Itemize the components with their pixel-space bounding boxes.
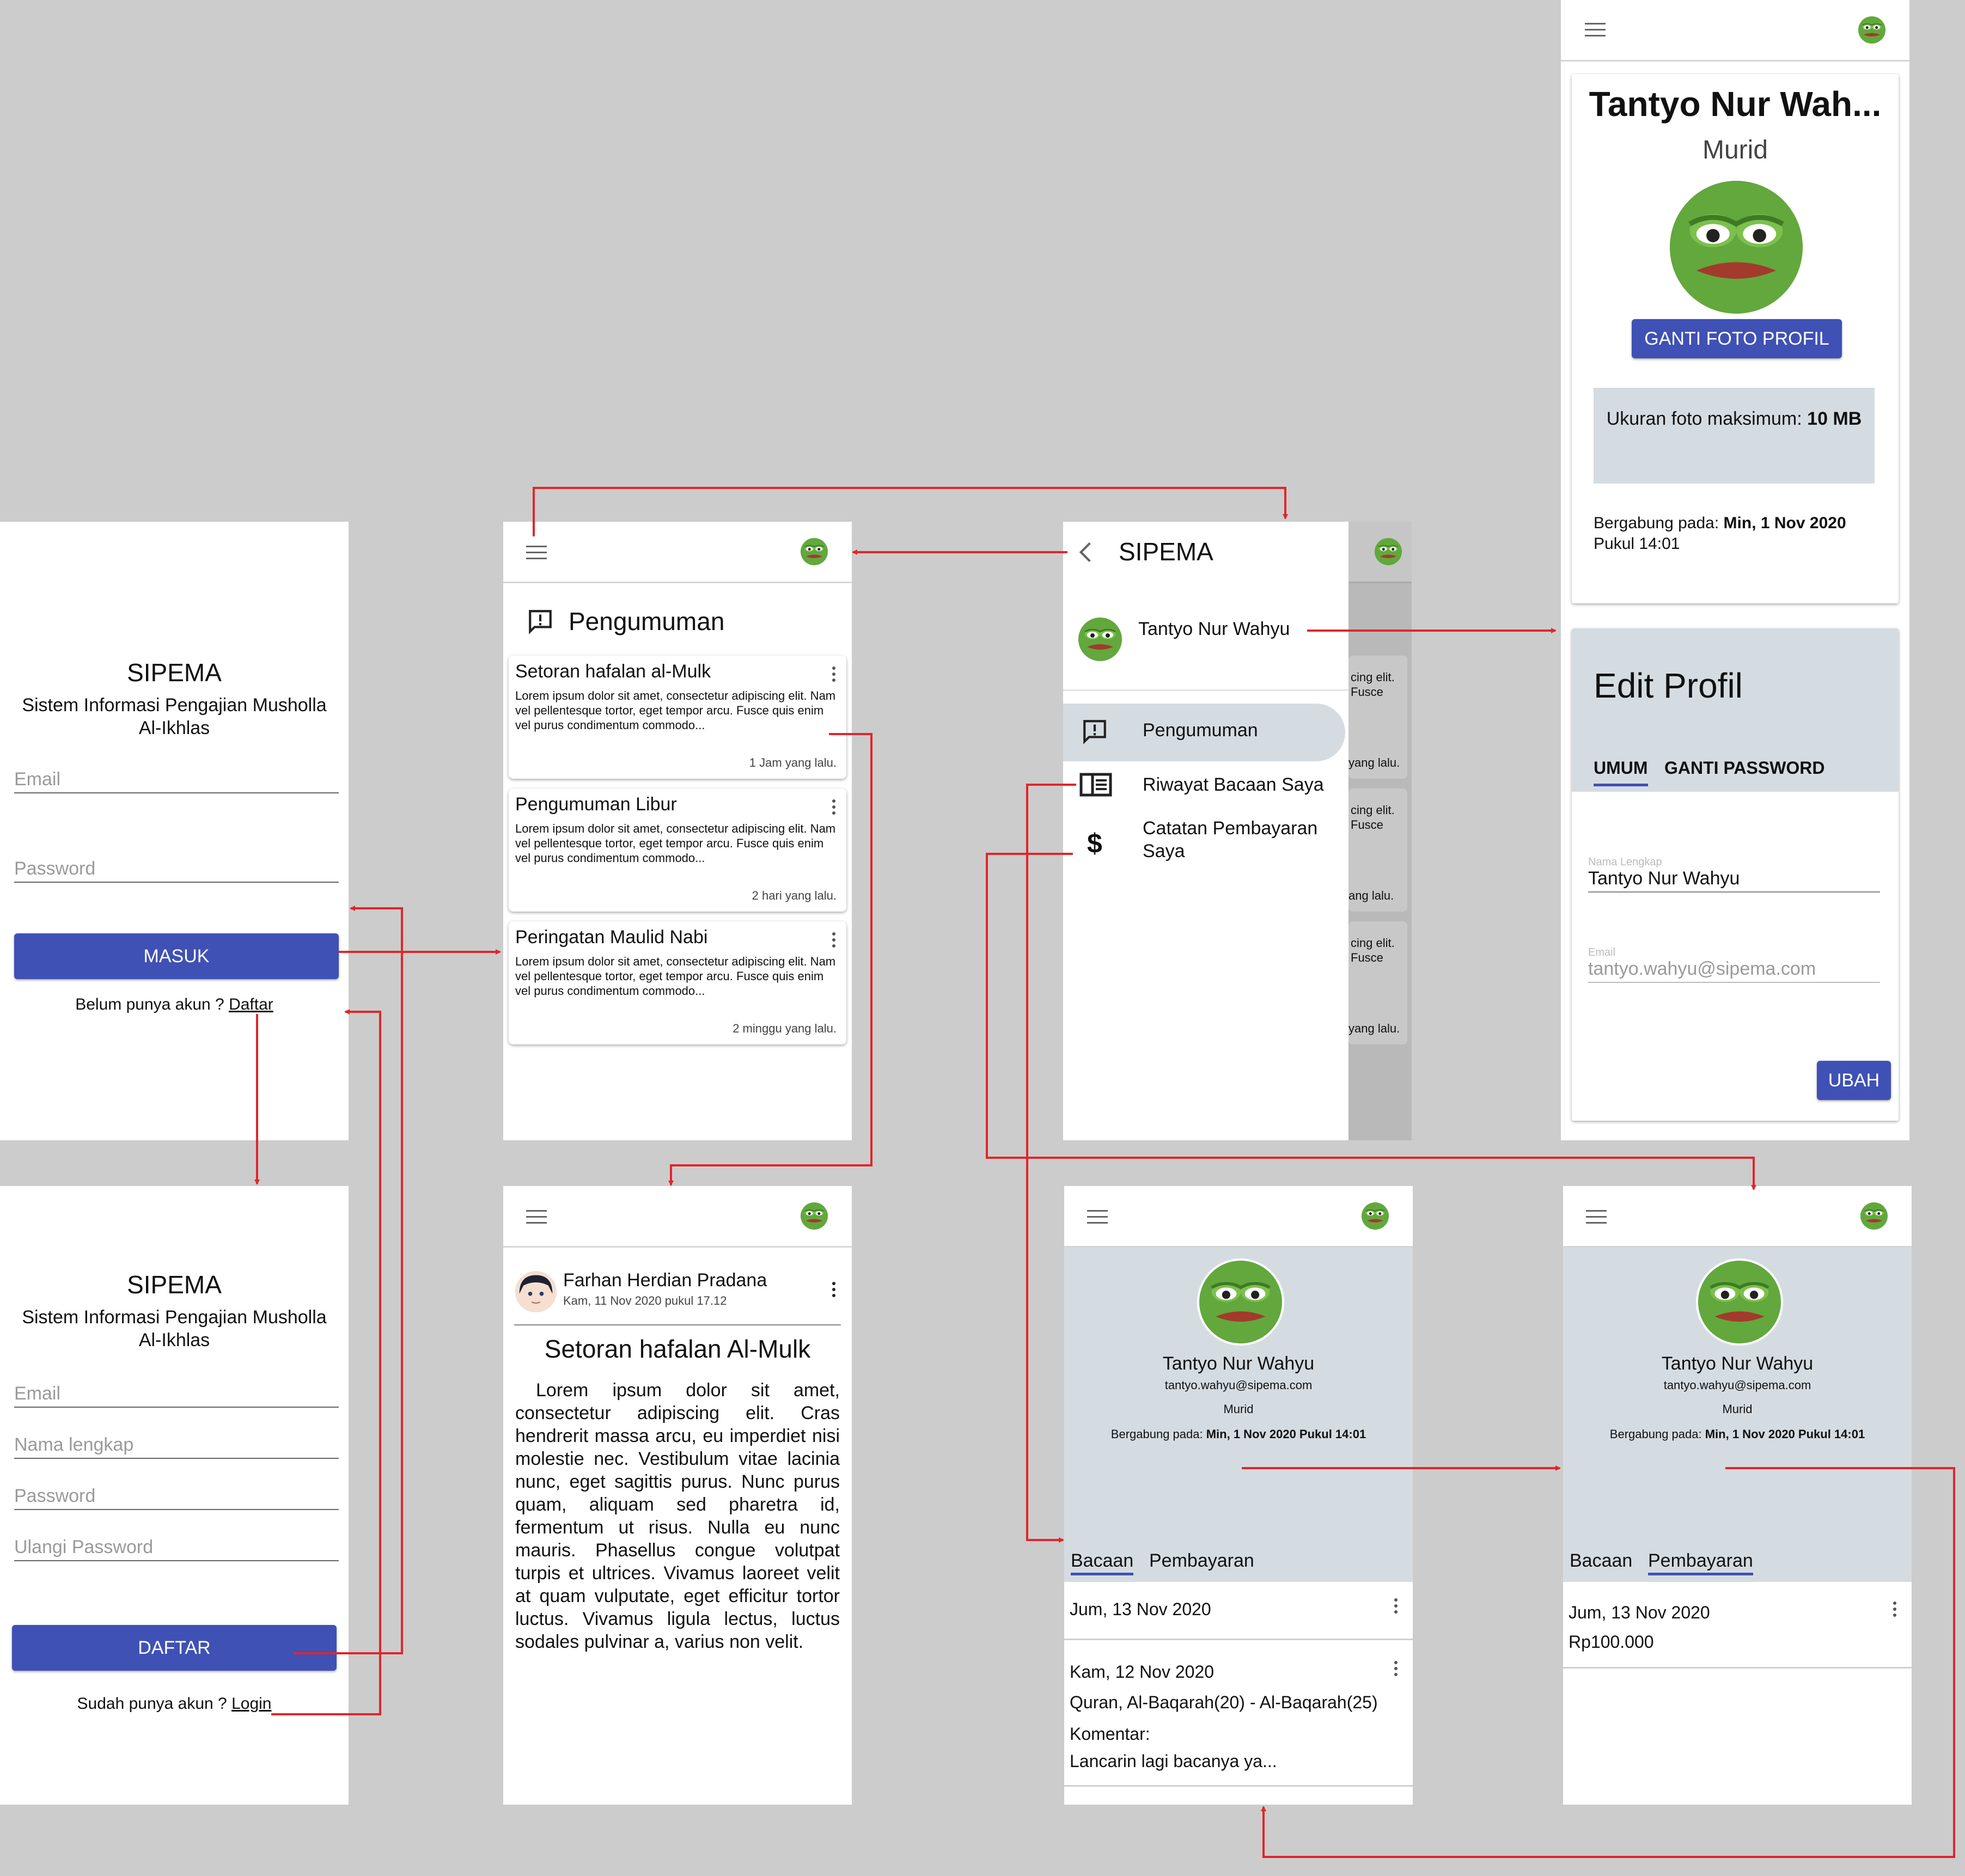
flow-arrows bbox=[254, 487, 1955, 1858]
arrow-card-to-detail bbox=[668, 733, 872, 1186]
arrow-payment-to-reading bbox=[1261, 1467, 1955, 1858]
arrow-loginlink-to-login bbox=[271, 1009, 381, 1715]
arrow-history-to-reading bbox=[1026, 784, 1076, 1543]
arrow-hamburger-to-drawer bbox=[533, 487, 1288, 536]
arrow-register-to-login bbox=[294, 906, 403, 1654]
arrow-payments-to-payment bbox=[986, 853, 1756, 1190]
